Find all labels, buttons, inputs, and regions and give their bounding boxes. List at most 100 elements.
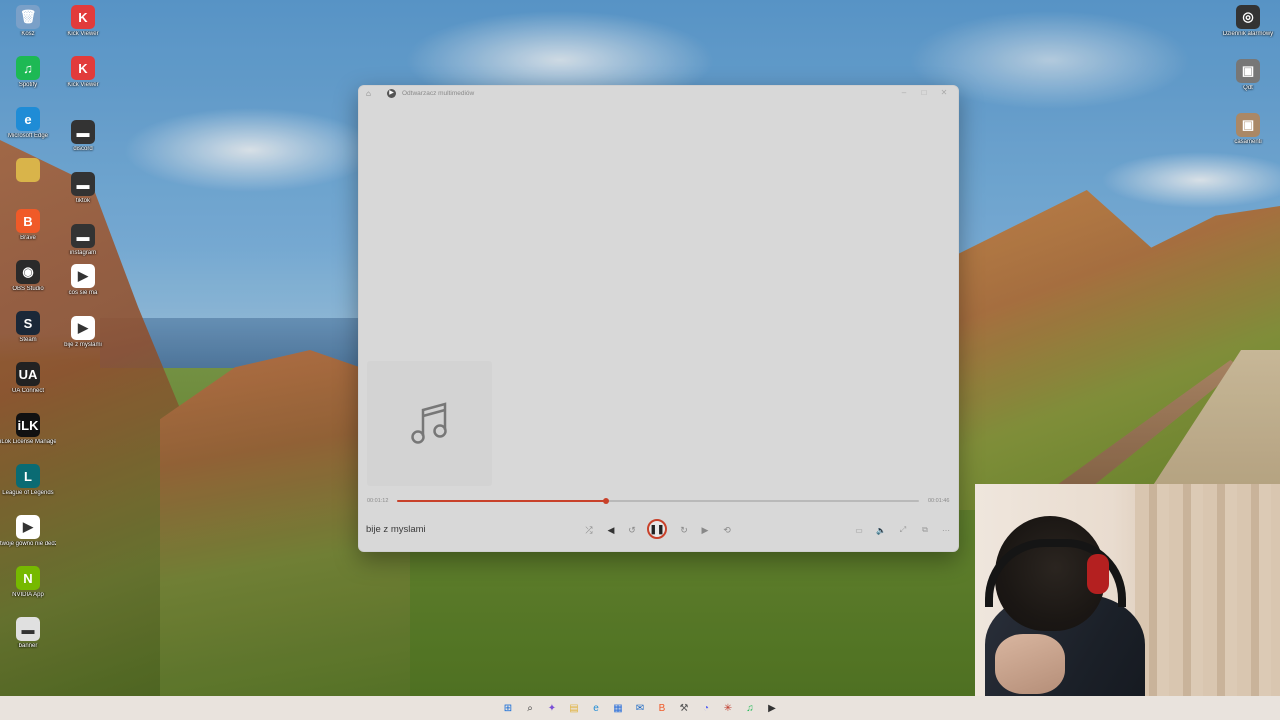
desktop-app-icon: K xyxy=(71,5,95,29)
title-bar[interactable]: ⌂ ▶ Odtwarzacz multimediów – □ ✕ xyxy=(359,86,958,102)
shuffle-button[interactable]: ⤮ xyxy=(581,522,597,538)
desktop-app-icon: ▬ xyxy=(71,224,95,248)
taskbar-discord-icon[interactable]: ◔ xyxy=(698,700,714,716)
taskbar-media-player-icon[interactable]: ▶ xyxy=(764,700,780,716)
miniplayer-button[interactable]: ▭ xyxy=(852,523,866,537)
desktop-icon-c2a-0[interactable]: K Kick Viewer xyxy=(55,5,111,38)
cast-button[interactable]: ⧉ xyxy=(918,523,932,537)
desktop-app-icon: ▬ xyxy=(71,120,95,144)
desktop-app-icon xyxy=(16,158,40,182)
desktop-icon-label: banner xyxy=(18,643,38,649)
desktop-icon-left-2[interactable]: e Microsoft Edge xyxy=(0,107,56,140)
desktop-icon-label: Dziennik alarmowy xyxy=(1222,31,1274,37)
total-time: 00:01:46 xyxy=(928,498,950,504)
desktop-icon-label: cos sie ma xyxy=(68,290,98,296)
desktop-icon-label: League of Legends xyxy=(2,490,54,496)
desktop-icon-left-3[interactable] xyxy=(0,158,56,184)
desktop-icon-right-0[interactable]: ◎ Dziennik alarmowy xyxy=(1220,5,1276,38)
desktop-app-icon: ▬ xyxy=(16,617,40,641)
taskbar-search-icon[interactable]: ⌕ xyxy=(522,700,538,716)
desktop-icon-col2-6[interactable]: ▶ bije z myslami xyxy=(55,316,111,349)
window-title: Odtwarzacz multimediów xyxy=(402,90,475,97)
taskbar-copilot-icon[interactable]: ✦ xyxy=(544,700,560,716)
taskbar-file-explorer-icon[interactable]: ▤ xyxy=(566,700,582,716)
desktop-icon-left-6[interactable]: S Steam xyxy=(0,311,56,344)
seek-bar-handle[interactable] xyxy=(602,498,609,504)
desktop-icon-label: instagram xyxy=(69,250,97,256)
maximize-button[interactable]: □ xyxy=(917,88,931,97)
previous-button[interactable]: ◀ xyxy=(603,522,619,538)
desktop-icon-label: Steam xyxy=(19,337,37,343)
taskbar-mail-icon[interactable]: ✉ xyxy=(632,700,648,716)
desktop-icon-left-4[interactable]: B Brave xyxy=(0,209,56,242)
desktop-icon-right-1[interactable]: ▣ Qdt xyxy=(1220,59,1276,92)
desktop-icon-col2-4[interactable]: ▬ instagram xyxy=(55,224,111,257)
desktop-icon-label: Brave xyxy=(20,235,36,241)
webcam-curtain xyxy=(1135,484,1280,720)
desktop-icon-left-5[interactable]: ◉ OBS Studio xyxy=(0,260,56,293)
fullscreen-button[interactable]: ⤢ xyxy=(896,523,910,537)
forward-button[interactable]: ↻ xyxy=(676,522,692,538)
taskbar-start-icon[interactable]: ⊞ xyxy=(500,700,516,716)
desktop-app-icon: B xyxy=(16,209,40,233)
elapsed-time: 00:01:12 xyxy=(367,498,389,504)
pause-button[interactable]: ❚❚ xyxy=(647,519,667,539)
desktop-app-icon: UA xyxy=(16,362,40,386)
webcam-person-hand xyxy=(995,634,1065,694)
taskbar-edge-icon[interactable]: e xyxy=(588,700,604,716)
desktop-icon-c2a-1[interactable]: K Kick Viewer xyxy=(55,56,111,89)
desktop-icon-left-1[interactable]: ♫ Spotify xyxy=(0,56,56,89)
desktop-icon-label: Spotify xyxy=(18,82,38,88)
taskbar-tools-icon[interactable]: ⚒ xyxy=(676,700,692,716)
desktop-app-icon: ▣ xyxy=(1236,59,1260,83)
desktop-icon-label: tiktok xyxy=(75,198,90,204)
webcam-overlay xyxy=(975,484,1280,720)
desktop-icon-label: bije z myslami xyxy=(64,342,102,348)
desktop-icon-right-2[interactable]: ▣ casamenti xyxy=(1220,113,1276,146)
next-button[interactable]: ▶ xyxy=(697,522,713,538)
desktop-icon-left-12[interactable]: ▬ banner xyxy=(0,617,56,650)
desktop-app-icon: ▣ xyxy=(1236,113,1260,137)
desktop-icon-left-8[interactable]: iLK iLok License Manager xyxy=(0,413,56,446)
repeat-button[interactable]: ⟲ xyxy=(719,522,735,538)
desktop-icon-col2-3[interactable]: ▬ tiktok xyxy=(55,172,111,205)
desktop-app-icon: ◎ xyxy=(1236,5,1260,29)
desktop-icon-left-7[interactable]: UA UA Connect xyxy=(0,362,56,395)
close-button[interactable]: ✕ xyxy=(937,88,951,97)
desktop-icon-left-0[interactable]: 🗑 Kosz xyxy=(0,5,56,38)
taskbar-app-icon[interactable]: ✳ xyxy=(720,700,736,716)
media-player-window[interactable]: ⌂ ▶ Odtwarzacz multimediów – □ ✕ 00:01:1… xyxy=(358,85,959,552)
desktop-app-icon: ▶ xyxy=(71,316,95,340)
desktop-icon-left-11[interactable]: N NVIDIA App xyxy=(0,566,56,599)
volume-button[interactable]: 🔈 xyxy=(874,523,888,537)
seek-bar[interactable] xyxy=(397,498,919,504)
rewind-button[interactable]: ↺ xyxy=(624,522,640,538)
desktop-icon-label: Kick Viewer xyxy=(67,31,99,37)
desktop-app-icon: S xyxy=(16,311,40,335)
taskbar: ⊞ ⌕ ✦ ▤ e ▦ ✉ B ⚒ ◔ ✳ ♫ ▶ xyxy=(0,696,1280,720)
minimize-button[interactable]: – xyxy=(897,88,911,97)
desktop-icon-col2-2[interactable]: ▬ discord xyxy=(55,120,111,153)
desktop-app-icon: 🗑 xyxy=(16,5,40,29)
desktop-icon-col2-5[interactable]: ▶ cos sie ma xyxy=(55,264,111,297)
taskbar-store-icon[interactable]: ▦ xyxy=(610,700,626,716)
desktop-app-icon: N xyxy=(16,566,40,590)
taskbar-brave-icon[interactable]: B xyxy=(654,700,670,716)
desktop-app-icon: ▬ xyxy=(71,172,95,196)
desktop-app-icon: ◉ xyxy=(16,260,40,284)
album-art-placeholder xyxy=(367,361,492,486)
desktop-icon-label: Qdt xyxy=(1243,85,1253,91)
home-icon[interactable]: ⌂ xyxy=(366,89,371,98)
music-note-icon xyxy=(410,401,447,444)
more-options-button[interactable]: ⋯ xyxy=(939,523,953,537)
desktop-app-icon: ♫ xyxy=(16,56,40,80)
desktop-icon-label: OBS Studio xyxy=(12,286,44,292)
desktop-icon-left-9[interactable]: L League of Legends xyxy=(0,464,56,497)
taskbar-spotify-icon[interactable]: ♫ xyxy=(742,700,758,716)
desktop-icon-left-10[interactable]: ▶ twoje gówno nie dedza xyxy=(0,515,56,548)
desktop-app-icon: e xyxy=(16,107,40,131)
desktop-icon-label: Kick Viewer xyxy=(67,82,99,88)
desktop-icon-label: twoje gówno nie dedza xyxy=(0,541,56,547)
desktop-app-icon: L xyxy=(16,464,40,488)
track-title: bije z myslami xyxy=(366,524,426,535)
